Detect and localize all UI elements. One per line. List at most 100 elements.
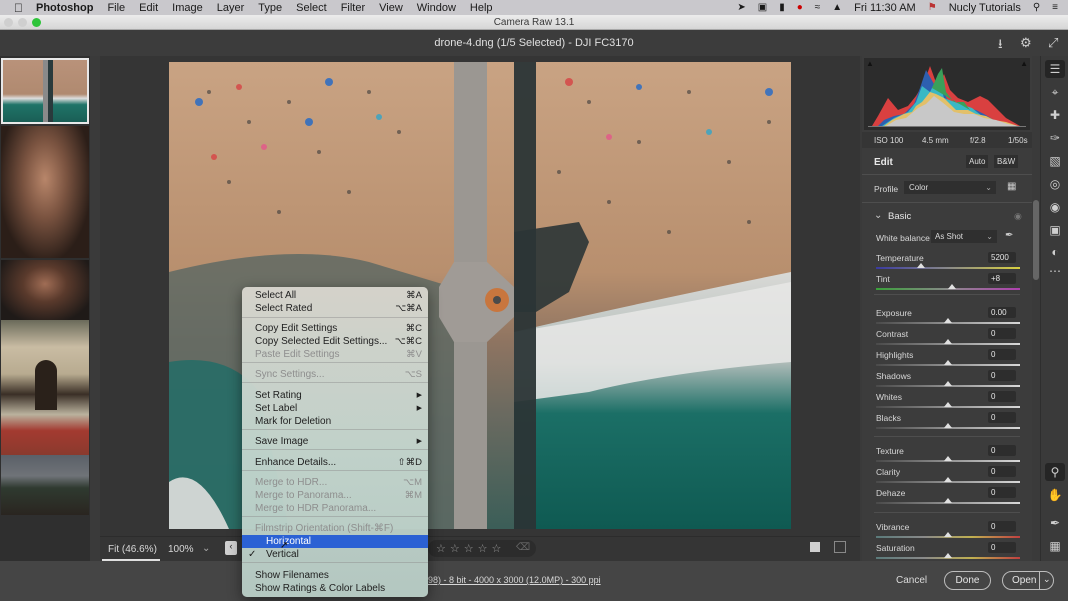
texture-slider-handle[interactable] — [944, 456, 952, 461]
menu-filter[interactable]: Filter — [341, 2, 365, 14]
done-button[interactable]: Done — [944, 571, 991, 590]
color-sampler-icon[interactable]: ✒ — [1045, 514, 1065, 532]
presets-icon[interactable]: ◐ — [1045, 243, 1065, 261]
menu-item-mark-for-deletion[interactable]: Mark for Deletion — [242, 415, 428, 428]
camera-icon[interactable]: ▣ — [758, 2, 767, 13]
highlights-slider-handle[interactable] — [944, 360, 952, 365]
profile-browser-icon[interactable]: ▦ — [1007, 181, 1016, 192]
menu-file[interactable]: File — [107, 2, 125, 14]
menu-view[interactable]: View — [379, 2, 403, 14]
zoom-dropdown-chevron-icon[interactable]: ⌄ — [202, 543, 210, 554]
menu-item-copy-edit-settings[interactable]: Copy Edit Settings ⌘C — [242, 322, 428, 335]
tint-slider-handle[interactable] — [948, 284, 957, 289]
shadows-slider-handle[interactable] — [944, 381, 952, 386]
shadows-value-input[interactable]: 0 — [988, 370, 1016, 381]
texture-value-input[interactable]: 0 — [988, 445, 1016, 456]
filmstrip-scrollbar[interactable] — [90, 56, 100, 561]
temperature-value-input[interactable]: 5200 — [988, 252, 1016, 263]
basic-section-title[interactable]: Basic — [888, 211, 911, 222]
filmstrip-thumb-3[interactable] — [1, 260, 89, 320]
spotlight-search-icon[interactable]: ⚲ — [1033, 2, 1040, 13]
eyedropper-icon[interactable]: ✒ — [1005, 230, 1013, 241]
menu-item-select-all[interactable]: Select All ⌘A — [242, 289, 428, 302]
before-after-icon[interactable] — [810, 542, 820, 552]
blacks-slider-handle[interactable] — [944, 423, 952, 428]
vibrance-value-input[interactable]: 0 — [988, 521, 1016, 532]
edit-sliders-icon[interactable]: ☰ — [1045, 60, 1065, 78]
profile-dropdown[interactable]: Color ⌄ — [904, 181, 996, 194]
fit-zoom-button[interactable]: Fit (46.6%) — [108, 544, 157, 555]
apple-icon[interactable]:  — [14, 1, 28, 15]
scrollbar-thumb[interactable] — [1033, 200, 1039, 280]
menu-item-horizontal[interactable]: Horizontal — [242, 535, 428, 548]
location-icon[interactable]: ➤ — [737, 2, 745, 13]
menubar-clock[interactable]: Fri 11:30 AM — [854, 2, 916, 14]
menu-item-enhance-details[interactable]: Enhance Details... ⇧⌘D — [242, 456, 428, 469]
whites-value-input[interactable]: 0 — [988, 391, 1016, 402]
shadow-clipping-icon[interactable]: ▲ — [866, 59, 874, 68]
clarity-value-input[interactable]: 0 — [988, 466, 1016, 477]
filmstrip-toggle-icon[interactable]: ‹ — [225, 541, 237, 555]
tint-value-input[interactable]: +8 — [988, 273, 1016, 284]
filmstrip-thumb-4[interactable] — [1, 320, 89, 455]
filmstrip-thumb-2[interactable] — [1, 126, 89, 258]
minimize-window-button[interactable] — [18, 18, 27, 27]
black-white-button[interactable]: B&W — [994, 155, 1019, 168]
close-window-button[interactable] — [4, 18, 13, 27]
filmstrip-thumb-5[interactable] — [1, 455, 89, 515]
zoom-tool-icon[interactable]: ⚲ — [1045, 463, 1065, 481]
contrast-value-input[interactable]: 0 — [988, 328, 1016, 339]
hand-tool-icon[interactable]: ✋ — [1045, 486, 1065, 504]
gear-icon[interactable]: ⚙ — [1020, 35, 1032, 51]
saturation-slider-handle[interactable] — [944, 553, 952, 558]
whites-slider-handle[interactable] — [944, 402, 952, 407]
menu-item-set-rating[interactable]: Set Rating ▶ — [242, 389, 428, 402]
workflow-options-link[interactable]: 98) - 8 bit - 4000 x 3000 (12.0MP) - 300… — [428, 575, 601, 585]
preview-canvas[interactable] — [100, 56, 860, 536]
more-options-icon[interactable]: ⋯ — [1045, 262, 1065, 280]
save-image-icon[interactable]: ⭳ — [998, 35, 1003, 57]
temperature-slider-handle[interactable] — [916, 263, 925, 268]
menu-layer[interactable]: Layer — [217, 2, 245, 14]
highlights-value-input[interactable]: 0 — [988, 349, 1016, 360]
menu-image[interactable]: Image — [172, 2, 203, 14]
gradient-filter-icon[interactable]: ▧ — [1045, 152, 1065, 170]
brush-icon[interactable]: ✑ — [1045, 129, 1065, 147]
auto-button[interactable]: Auto — [966, 155, 989, 168]
wifi-icon[interactable]: ≈ — [815, 2, 821, 13]
crop-icon[interactable]: ⌖ — [1045, 83, 1065, 101]
highlight-clipping-icon[interactable]: ▲ — [1020, 59, 1028, 68]
exposure-slider-handle[interactable] — [944, 318, 952, 323]
dehaze-slider-handle[interactable] — [944, 498, 952, 503]
clarity-slider-handle[interactable] — [944, 477, 952, 482]
fullscreen-icon[interactable]: ⤢ — [1048, 35, 1058, 51]
menu-type[interactable]: Type — [258, 2, 282, 14]
open-button[interactable]: Open ⌄ — [1002, 571, 1054, 590]
menu-item-show-ratings-color-labels[interactable]: Show Ratings & Color Labels — [242, 582, 428, 595]
exposure-value-input[interactable]: 0.00 — [988, 307, 1016, 318]
healing-brush-icon[interactable]: ✚ — [1045, 106, 1065, 124]
saturation-value-input[interactable]: 0 — [988, 542, 1016, 553]
zoom-value[interactable]: 100% — [168, 544, 194, 555]
menu-edit[interactable]: Edit — [139, 2, 158, 14]
edit-panel-scrollbar[interactable] — [1032, 140, 1040, 555]
menu-item-vertical[interactable]: ✓ Vertical — [242, 548, 428, 561]
flag-icon[interactable]: ⚑ — [928, 2, 937, 13]
blacks-value-input[interactable]: 0 — [988, 412, 1016, 423]
white-balance-dropdown[interactable]: As Shot ⌄ — [931, 230, 997, 243]
menu-item-select-rated[interactable]: Select Rated ⌥⌘A — [242, 302, 428, 315]
menu-window[interactable]: Window — [417, 2, 456, 14]
menu-item-show-filenames[interactable]: Show Filenames — [242, 569, 428, 582]
grid-overlay-icon[interactable]: ▦ — [1045, 537, 1065, 555]
battery-icon[interactable]: ▮ — [779, 2, 785, 13]
airplay-icon[interactable]: ▲ — [832, 2, 842, 13]
menu-select[interactable]: Select — [296, 2, 327, 14]
menu-app-name[interactable]: Photoshop — [36, 2, 93, 14]
menu-item-set-label[interactable]: Set Label ▶ — [242, 402, 428, 415]
dehaze-value-input[interactable]: 0 — [988, 487, 1016, 498]
visibility-eye-icon[interactable]: ◉ — [1014, 211, 1022, 222]
trash-icon[interactable]: ⌫ — [516, 542, 530, 553]
red-eye-icon[interactable]: ◉ — [1045, 198, 1065, 216]
vibrance-slider-handle[interactable] — [944, 532, 952, 537]
compare-view-icon[interactable] — [834, 541, 846, 553]
